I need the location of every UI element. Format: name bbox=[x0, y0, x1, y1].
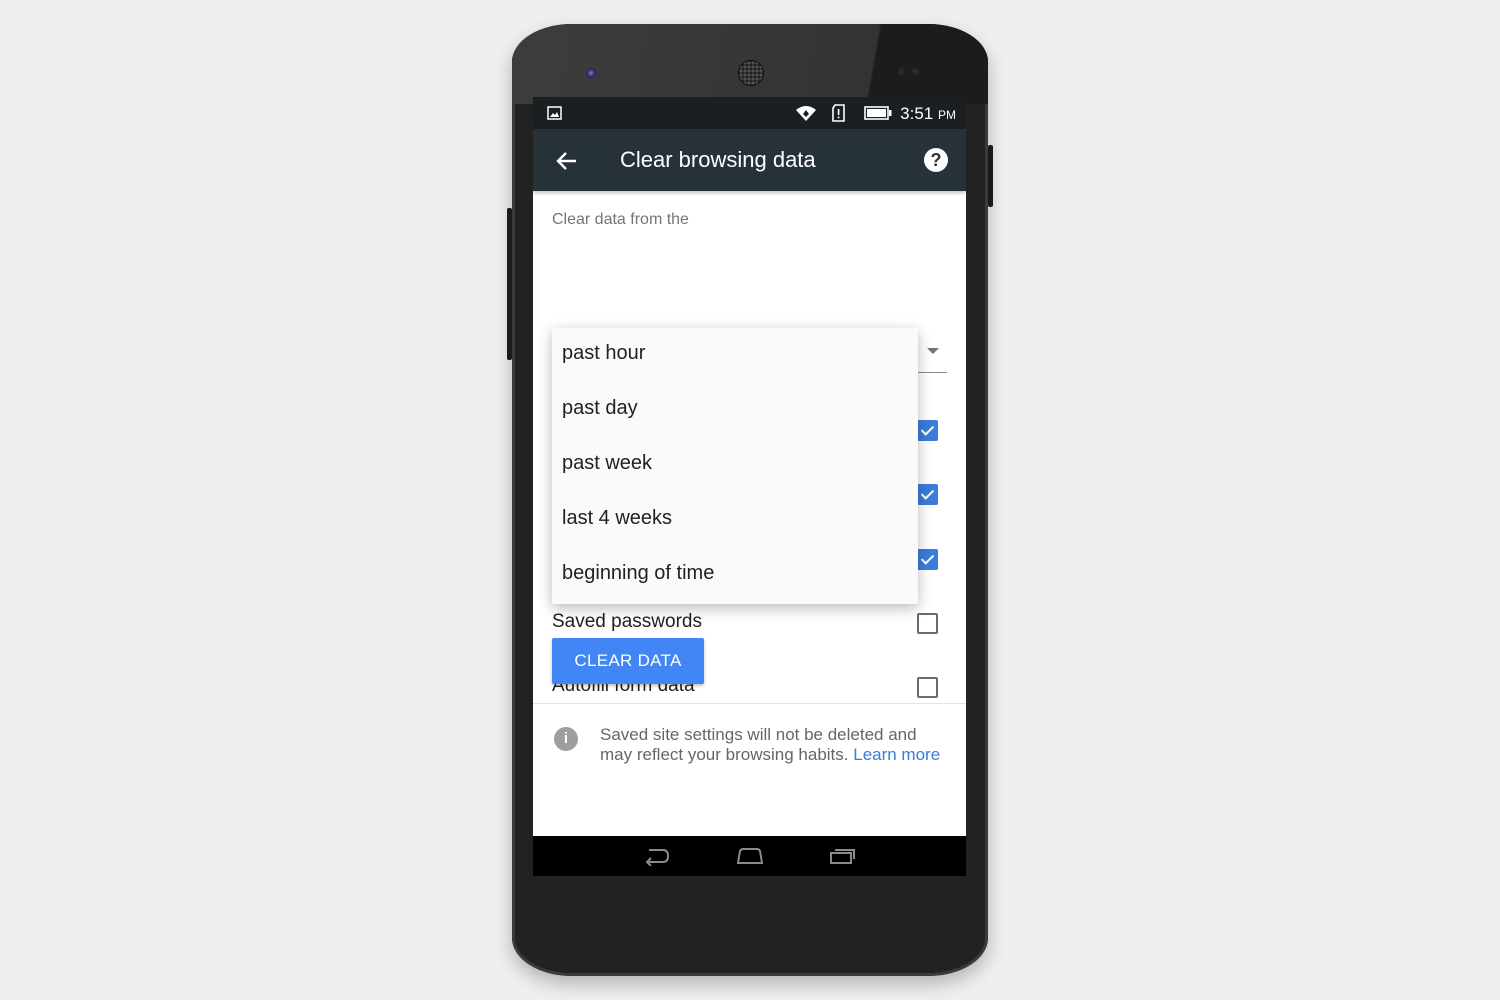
info-icon: i bbox=[554, 727, 578, 751]
checkbox[interactable] bbox=[917, 420, 938, 441]
dropdown-option[interactable]: beginning of time bbox=[552, 548, 918, 603]
home-icon[interactable] bbox=[735, 846, 765, 866]
checkbox[interactable] bbox=[917, 484, 938, 505]
option-label: beginning of time bbox=[562, 562, 715, 584]
saved-passwords-row[interactable]: Saved passwords bbox=[552, 603, 947, 643]
info-text: Saved site settings will not be deleted … bbox=[600, 725, 945, 765]
volume-button[interactable] bbox=[507, 208, 512, 360]
arrow-left-icon[interactable] bbox=[553, 147, 581, 175]
power-button[interactable] bbox=[988, 145, 993, 207]
time-range-dropdown: past hour past day past week last 4 week… bbox=[552, 328, 918, 604]
option-label: past week bbox=[562, 452, 653, 474]
dropdown-option[interactable]: last 4 weeks bbox=[552, 493, 918, 548]
dropdown-option[interactable]: past hour bbox=[552, 328, 918, 383]
status-bar: 3:51 PM bbox=[533, 97, 966, 129]
autofill-checkbox[interactable] bbox=[917, 677, 938, 698]
sensor bbox=[912, 68, 919, 75]
clock: 3:51 PM bbox=[900, 104, 956, 124]
app-bar: Clear browsing data ? bbox=[533, 129, 966, 191]
recents-icon[interactable] bbox=[829, 846, 857, 866]
page-title: Clear browsing data bbox=[620, 147, 816, 172]
clock-ampm: PM bbox=[938, 108, 956, 122]
screen: 3:51 PM Clear browsing data ? Clear data… bbox=[533, 97, 966, 875]
sim-alert-icon bbox=[832, 104, 845, 122]
wifi-icon bbox=[796, 106, 816, 121]
learn-more-link[interactable]: Learn more bbox=[853, 745, 940, 764]
option-label: past hour bbox=[562, 342, 646, 364]
battery-icon bbox=[864, 106, 892, 120]
option-label: past day bbox=[562, 397, 638, 419]
back-icon[interactable] bbox=[643, 846, 671, 866]
checkbox[interactable] bbox=[917, 549, 938, 570]
option-label: last 4 weeks bbox=[562, 507, 673, 529]
clock-time: 3:51 bbox=[900, 104, 934, 123]
saved-passwords-checkbox[interactable] bbox=[917, 613, 938, 634]
clear-data-button[interactable]: CLEAR DATA bbox=[552, 638, 704, 684]
help-icon[interactable]: ? bbox=[924, 148, 948, 172]
navigation-bar bbox=[533, 836, 966, 876]
camera-icon bbox=[586, 68, 596, 78]
saved-passwords-label: Saved passwords bbox=[552, 611, 702, 632]
chevron-down-icon[interactable] bbox=[927, 348, 939, 354]
time-range-label: Clear data from the bbox=[552, 211, 689, 228]
dropdown-option[interactable]: past day bbox=[552, 383, 918, 438]
speaker-grille bbox=[738, 60, 764, 86]
sensor bbox=[898, 68, 905, 75]
dropdown-option[interactable]: past week bbox=[552, 438, 918, 493]
image-icon bbox=[547, 106, 562, 120]
divider bbox=[533, 703, 966, 704]
